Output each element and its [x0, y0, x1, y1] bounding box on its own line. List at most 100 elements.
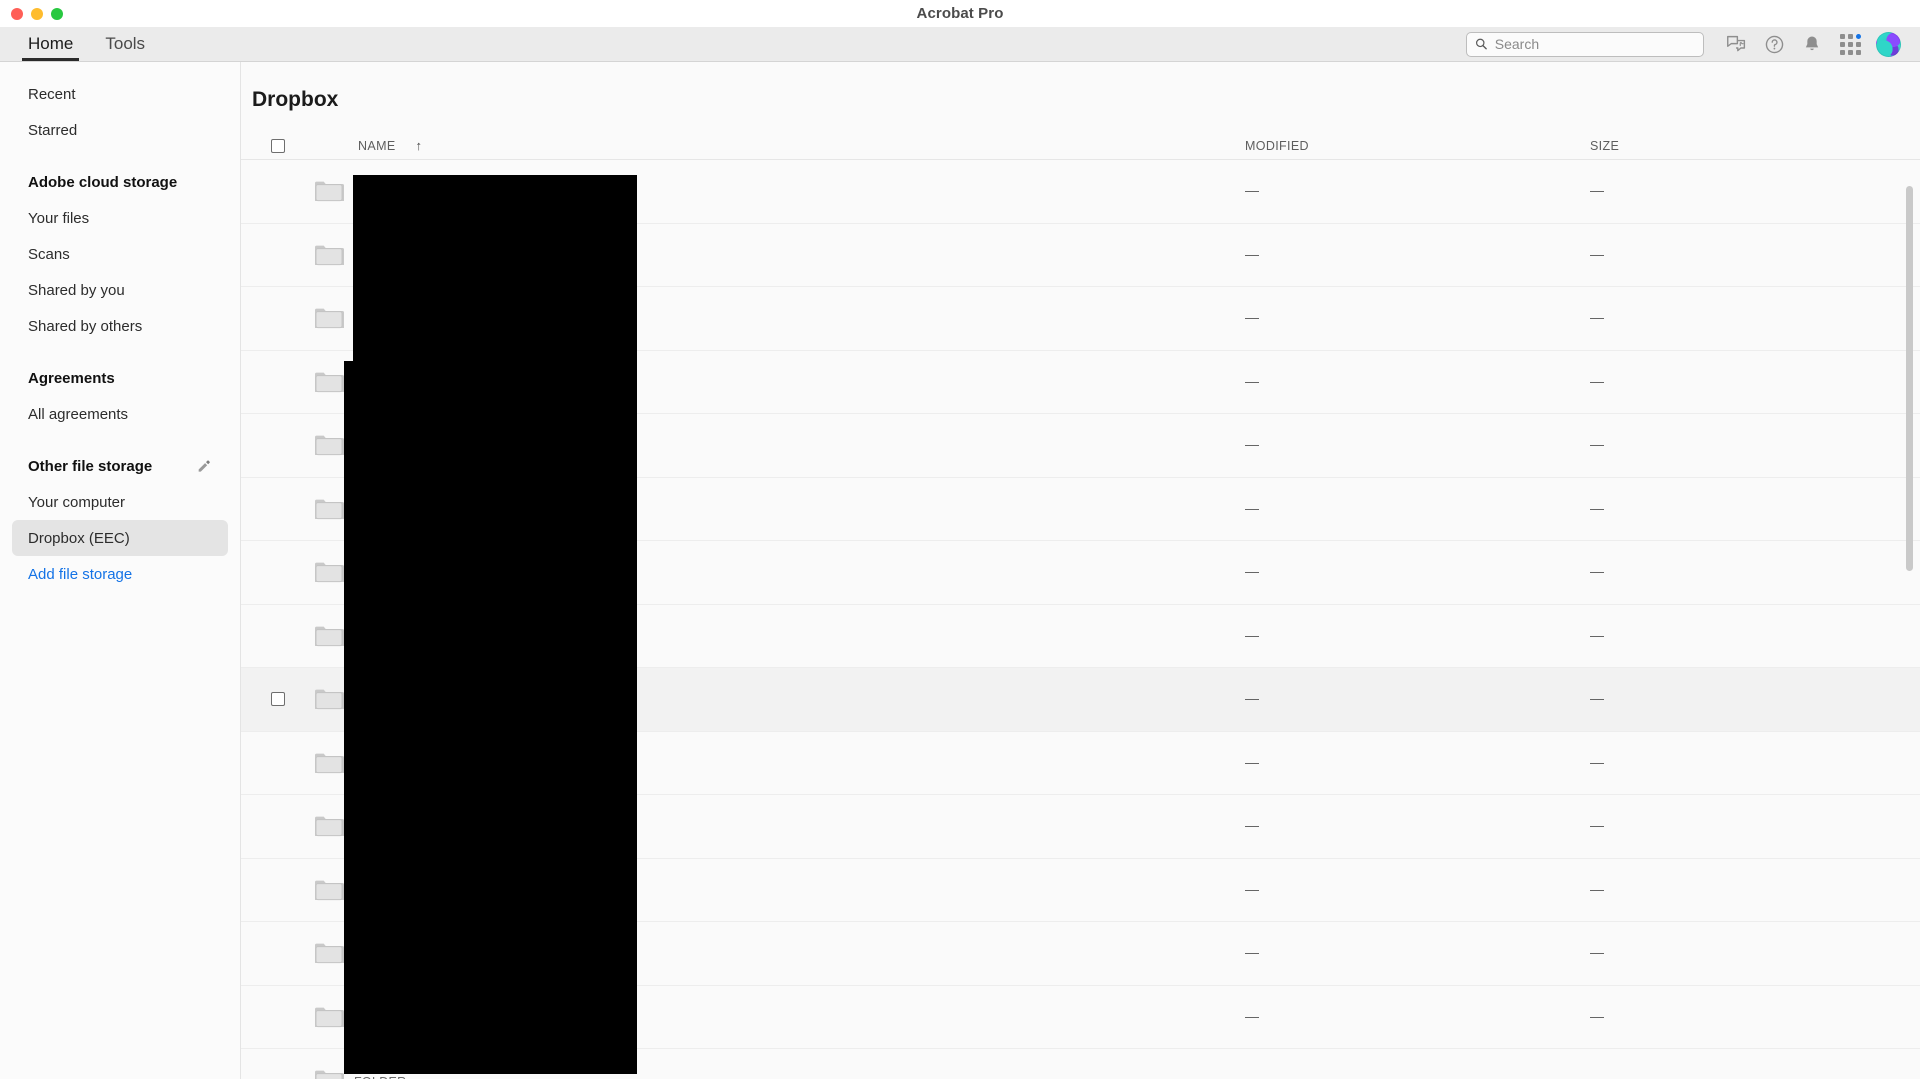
search-box[interactable] — [1466, 31, 1704, 57]
row-size-cell: — — [1590, 817, 1920, 835]
traffic-light-controls[interactable] — [11, 7, 63, 20]
select-all-checkbox[interactable] — [270, 138, 285, 153]
row-name-cell[interactable]: 33-5966 FOLDER — [354, 683, 1245, 716]
feedback-icon[interactable] — [1720, 28, 1752, 60]
row-size-cell: — — [1590, 436, 1920, 454]
row-name-cell[interactable]: 33-5918 FOLDER — [354, 429, 1245, 462]
sidebar-item-starred[interactable]: Starred — [12, 112, 228, 148]
sidebar-item-your-files[interactable]: Your files — [12, 200, 228, 236]
table-row[interactable]: 33-5983 FOLDER — — — [241, 795, 1920, 859]
sidebar-item-dropbox-eec[interactable]: Dropbox (EEC) — [12, 520, 228, 556]
file-type: FOLDER — [354, 701, 407, 716]
table-row[interactable]: FOLDER — — — [241, 160, 1920, 224]
column-header-size[interactable]: SIZE — [1590, 139, 1920, 153]
vertical-scrollbar[interactable] — [1906, 132, 1913, 1079]
file-table-header: NAME ↑ MODIFIED SIZE — [241, 132, 1920, 160]
size-value: — — [1590, 753, 1604, 770]
size-value: — — [1590, 1071, 1604, 1079]
application-tab-bar: Home Tools — [0, 27, 1920, 62]
sidebar-item-label: All agreements — [28, 405, 129, 423]
row-name-cell[interactable]: FOLDER — [354, 310, 1245, 327]
row-size-cell: — — [1590, 1008, 1920, 1026]
table-row[interactable]: 33-5966 FOLDER — — — [241, 668, 1920, 732]
app-body: Recent Starred Adobe cloud storage Your … — [0, 62, 1920, 1079]
sidebar-item-shared-by-others[interactable]: Shared by others — [12, 308, 228, 344]
tab-home[interactable]: Home — [12, 27, 89, 61]
row-name-cell[interactable]: 33-5919 FOLDER — [354, 492, 1245, 525]
row-name-cell[interactable]: 33-5982 FOLDER — [354, 746, 1245, 779]
row-size-cell: — — [1590, 1071, 1920, 1079]
row-size-cell: — — [1590, 754, 1920, 772]
row-name-cell[interactable]: FOLDER — [354, 183, 1245, 200]
folder-icon — [303, 370, 354, 394]
zoom-window-button[interactable] — [51, 7, 63, 20]
row-name-cell[interactable]: 33-5916 FOLDER — [354, 365, 1245, 398]
row-select-cell[interactable] — [252, 692, 303, 707]
row-size-cell: — — [1590, 881, 1920, 899]
row-name-cell[interactable]: 33-5920 FOLDER — [354, 556, 1245, 589]
search-input[interactable] — [1494, 36, 1695, 52]
user-avatar[interactable] — [1872, 28, 1904, 60]
folder-icon — [303, 1068, 354, 1079]
column-header-name[interactable]: NAME ↑ — [303, 138, 1245, 153]
file-type: FOLDER — [354, 955, 407, 970]
sidebar-item-all-agreements[interactable]: All agreements — [12, 396, 228, 432]
close-window-button[interactable] — [11, 7, 23, 20]
sidebar-section-adobe-cloud-storage: Adobe cloud storage — [12, 164, 228, 200]
table-row[interactable]: FOLDER — — — [241, 1049, 1920, 1079]
file-type: FOLDER — [354, 1011, 407, 1026]
folder-icon — [303, 433, 354, 457]
sidebar-section-label: Other file storage — [28, 457, 153, 475]
row-select-checkbox[interactable] — [270, 692, 285, 707]
table-row[interactable]: 33-5916 FOLDER — — — [241, 350, 1920, 414]
row-name-cell[interactable]: 33-6023 FOLDER — [354, 937, 1245, 970]
table-row[interactable]: 33-5918 FOLDER — — — [241, 414, 1920, 478]
sidebar-item-label: Your files — [28, 209, 90, 227]
file-type: FOLDER — [354, 447, 407, 462]
size-value: — — [1590, 182, 1604, 199]
file-table: NAME ↑ MODIFIED SIZE FOLDER — — FOLDER — — F… — [241, 132, 1920, 1079]
row-name-cell[interactable]: FOLDER — [354, 1008, 1245, 1025]
sidebar-section-label: Agreements — [28, 369, 115, 387]
tab-tools[interactable]: Tools — [89, 27, 161, 61]
row-modified-cell: — — [1245, 944, 1590, 962]
row-name-cell[interactable]: 33-5997 FOLDER — [354, 873, 1245, 906]
app-grid-icon[interactable] — [1834, 28, 1866, 60]
table-row[interactable]: FOLDER — — — [241, 287, 1920, 351]
table-row[interactable]: 33-6023 FOLDER — — — [241, 922, 1920, 986]
pencil-edit-icon[interactable] — [196, 458, 212, 474]
file-name: 33-5919 — [354, 492, 408, 509]
table-row[interactable]: FOLDER — — — [241, 985, 1920, 1049]
table-row[interactable]: FOLDER — — — [241, 223, 1920, 287]
sidebar-item-scans[interactable]: Scans — [12, 236, 228, 272]
row-name-cell[interactable]: 33-5965 FOLDER — [354, 619, 1245, 652]
modified-value: — — [1245, 372, 1259, 389]
minimize-window-button[interactable] — [31, 7, 43, 20]
table-row[interactable]: 33-5997 FOLDER — — — [241, 858, 1920, 922]
table-row[interactable]: 33-5920 FOLDER — — — [241, 541, 1920, 605]
table-row[interactable]: 33-5919 FOLDER — — — [241, 477, 1920, 541]
sidebar-section-other-file-storage: Other file storage — [12, 448, 228, 484]
sidebar-section-label: Adobe cloud storage — [28, 173, 178, 191]
help-icon[interactable] — [1758, 28, 1790, 60]
row-size-cell: — — [1590, 309, 1920, 327]
table-row[interactable]: 33-5965 FOLDER — — — [241, 604, 1920, 668]
column-header-modified[interactable]: MODIFIED — [1245, 139, 1590, 153]
sidebar-item-add-file-storage[interactable]: Add file storage — [12, 556, 228, 592]
sidebar-item-shared-by-you[interactable]: Shared by you — [12, 272, 228, 308]
notifications-bell-icon[interactable] — [1796, 28, 1828, 60]
file-type: FOLDER — [354, 1075, 407, 1079]
sort-ascending-icon: ↑ — [415, 138, 423, 153]
folder-icon — [303, 179, 354, 203]
row-name-cell[interactable]: 33-5983 FOLDER — [354, 810, 1245, 843]
scrollbar-thumb[interactable] — [1906, 186, 1913, 571]
sidebar-item-recent[interactable]: Recent — [12, 76, 228, 112]
window-title-bar: Acrobat Pro — [0, 0, 1920, 27]
file-name: 33-5966 — [354, 682, 408, 699]
row-name-cell[interactable]: FOLDER — [354, 1072, 1245, 1079]
sidebar-item-your-computer[interactable]: Your computer — [12, 484, 228, 520]
row-name-cell[interactable]: FOLDER — [354, 246, 1245, 263]
row-modified-cell: — — [1245, 182, 1590, 200]
table-row[interactable]: 33-5982 FOLDER — — — [241, 731, 1920, 795]
